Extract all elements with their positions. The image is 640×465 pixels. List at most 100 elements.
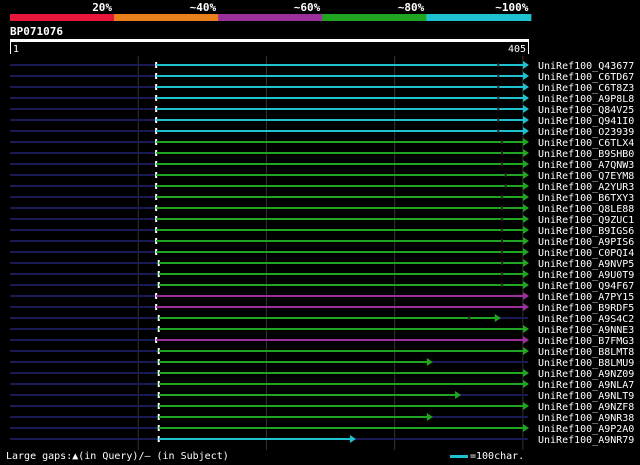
hit-row[interactable]: UniRef100_A9NR38 [10,413,634,424]
hit-arrow [426,413,433,421]
hit-label[interactable]: UniRef100_C6TD67 [538,72,634,83]
hit-label[interactable]: UniRef100_A9NLT9 [538,391,634,402]
hit-label[interactable]: UniRef100_A9NVP5 [538,259,634,270]
hit-row[interactable]: UniRef100_A7PY15 [10,292,634,303]
hit-arrow [523,336,529,344]
hit-label[interactable]: UniRef100_A2YUR3 [538,182,634,193]
hit-label[interactable]: UniRef100_B6TXY3 [538,193,634,204]
legend-label: ~80% [398,1,425,14]
gap-marker [497,129,500,133]
gap-marker [497,96,500,100]
hit-label[interactable]: UniRef100_A9NZ09 [538,369,634,380]
hit-row[interactable]: UniRef100_B9SHB0 [10,149,634,160]
hit-row[interactable]: UniRef100_A9U0T9 [10,270,634,281]
legend-swatch [114,14,220,21]
gap-marker [497,118,500,122]
hit-label[interactable]: UniRef100_Q8LE88 [538,204,634,215]
hit-row[interactable]: UniRef100_A9P2A0 [10,424,634,435]
hit-arrow [523,325,529,333]
hit-label[interactable]: UniRef100_B8LMT8 [538,347,634,358]
hit-label[interactable]: UniRef100_B9RDF5 [538,303,634,314]
hit-label[interactable]: UniRef100_O23939 [538,127,634,138]
gap-marker [497,85,500,89]
hit-label[interactable]: UniRef100_A7PY15 [538,292,634,303]
hit-row[interactable]: UniRef100_C0PQI4 [10,248,634,259]
hit-arrow [523,127,529,135]
legend-swatch [10,14,116,21]
hit-label[interactable]: UniRef100_A9NZF8 [538,402,634,413]
legend-label: ~100% [495,1,528,14]
identity-color-legend [10,14,532,21]
hit-label[interactable]: UniRef100_A9NR38 [538,413,634,424]
hit-label[interactable]: UniRef100_A9U0T9 [538,270,634,281]
hit-row[interactable]: UniRef100_A2YUR3 [10,182,634,193]
hit-label[interactable]: UniRef100_B7FMG3 [538,336,634,347]
hit-row[interactable]: UniRef100_A9NNE3 [10,325,634,336]
hit-row[interactable]: UniRef100_A9NVP5 [10,259,634,270]
hit-label[interactable]: UniRef100_C0PQI4 [538,248,634,259]
hit-row[interactable]: UniRef100_Q941I0 [10,116,634,127]
hit-arrow [523,116,529,124]
gap-marker [500,151,503,155]
ruler-start: 1 [13,44,19,55]
hit-label[interactable]: UniRef100_B9IGS6 [538,226,634,237]
hit-row[interactable]: UniRef100_A9P8L8 [10,94,634,105]
gap-marker [500,140,503,144]
hit-label[interactable]: UniRef100_C6T8Z3 [538,83,634,94]
hit-arrow [523,215,529,223]
hit-row[interactable]: UniRef100_Q7EYM8 [10,171,634,182]
hit-arrow [523,61,529,69]
hit-row[interactable]: UniRef100_Q94F67 [10,281,634,292]
hit-arrow [523,138,529,146]
hit-label[interactable]: UniRef100_A9NR79 [538,435,634,446]
gap-marker [500,250,503,254]
hit-row[interactable]: UniRef100_Q84V25 [10,105,634,116]
hit-label[interactable]: UniRef100_A9NNE3 [538,325,634,336]
hit-row[interactable]: UniRef100_A9NZF8 [10,402,634,413]
legend-label: 20% [92,1,112,14]
hit-row[interactable]: UniRef100_O23939 [10,127,634,138]
hit-label[interactable]: UniRef100_Q94F67 [538,281,634,292]
footer-scale: =100char. [450,451,524,462]
gap-marker [500,217,503,221]
hit-row[interactable]: UniRef100_B6TXY3 [10,193,634,204]
hit-label[interactable]: UniRef100_A9PIS6 [538,237,634,248]
hit-arrow [523,380,529,388]
hit-row[interactable]: UniRef100_B8LMT8 [10,347,634,358]
hit-label[interactable]: UniRef100_A9S4C2 [538,314,634,325]
hit-label[interactable]: UniRef100_C6TLX4 [538,138,634,149]
hit-row[interactable]: UniRef100_B9RDF5 [10,303,634,314]
hit-label[interactable]: UniRef100_Q941I0 [538,116,634,127]
hit-arrow [523,248,529,256]
hit-row[interactable]: UniRef100_A9PIS6 [10,237,634,248]
hit-row[interactable]: UniRef100_B7FMG3 [10,336,634,347]
hit-row[interactable]: UniRef100_A9NLT9 [10,391,634,402]
hit-label[interactable]: UniRef100_A9P8L8 [538,94,634,105]
hit-row[interactable]: UniRef100_A9S4C2 [10,314,634,325]
hit-row[interactable]: UniRef100_C6TLX4 [10,138,634,149]
hit-row[interactable]: UniRef100_A9NLA7 [10,380,634,391]
hit-row[interactable]: UniRef100_Q8LE88 [10,204,634,215]
hit-arrow [523,259,529,267]
hit-row[interactable]: UniRef100_Q9ZUC1 [10,215,634,226]
hit-label[interactable]: UniRef100_Q9ZUC1 [538,215,634,226]
gap-marker [504,184,507,188]
hit-label[interactable]: UniRef100_B8LMU9 [538,358,634,369]
hit-row[interactable]: UniRef100_A7QNW3 [10,160,634,171]
hit-row[interactable]: UniRef100_C6T8Z3 [10,83,634,94]
hit-label[interactable]: UniRef100_A9P2A0 [538,424,634,435]
hit-label[interactable]: UniRef100_A7QNW3 [538,160,634,171]
gap-marker [497,63,500,67]
hit-row[interactable]: UniRef100_Q43677 [10,61,634,72]
hit-row[interactable]: UniRef100_A9NR79 [10,435,634,446]
hit-label[interactable]: UniRef100_Q7EYM8 [538,171,634,182]
hit-label[interactable]: UniRef100_B9SHB0 [538,149,634,160]
hit-row[interactable]: UniRef100_A9NZ09 [10,369,634,380]
hit-label[interactable]: UniRef100_Q43677 [538,61,634,72]
hit-label[interactable]: UniRef100_A9NLA7 [538,380,634,391]
hit-row[interactable]: UniRef100_B8LMU9 [10,358,634,369]
hit-row[interactable]: UniRef100_B9IGS6 [10,226,634,237]
hit-row[interactable]: UniRef100_C6TD67 [10,72,634,83]
gap-marker [500,195,503,199]
hit-label[interactable]: UniRef100_Q84V25 [538,105,634,116]
